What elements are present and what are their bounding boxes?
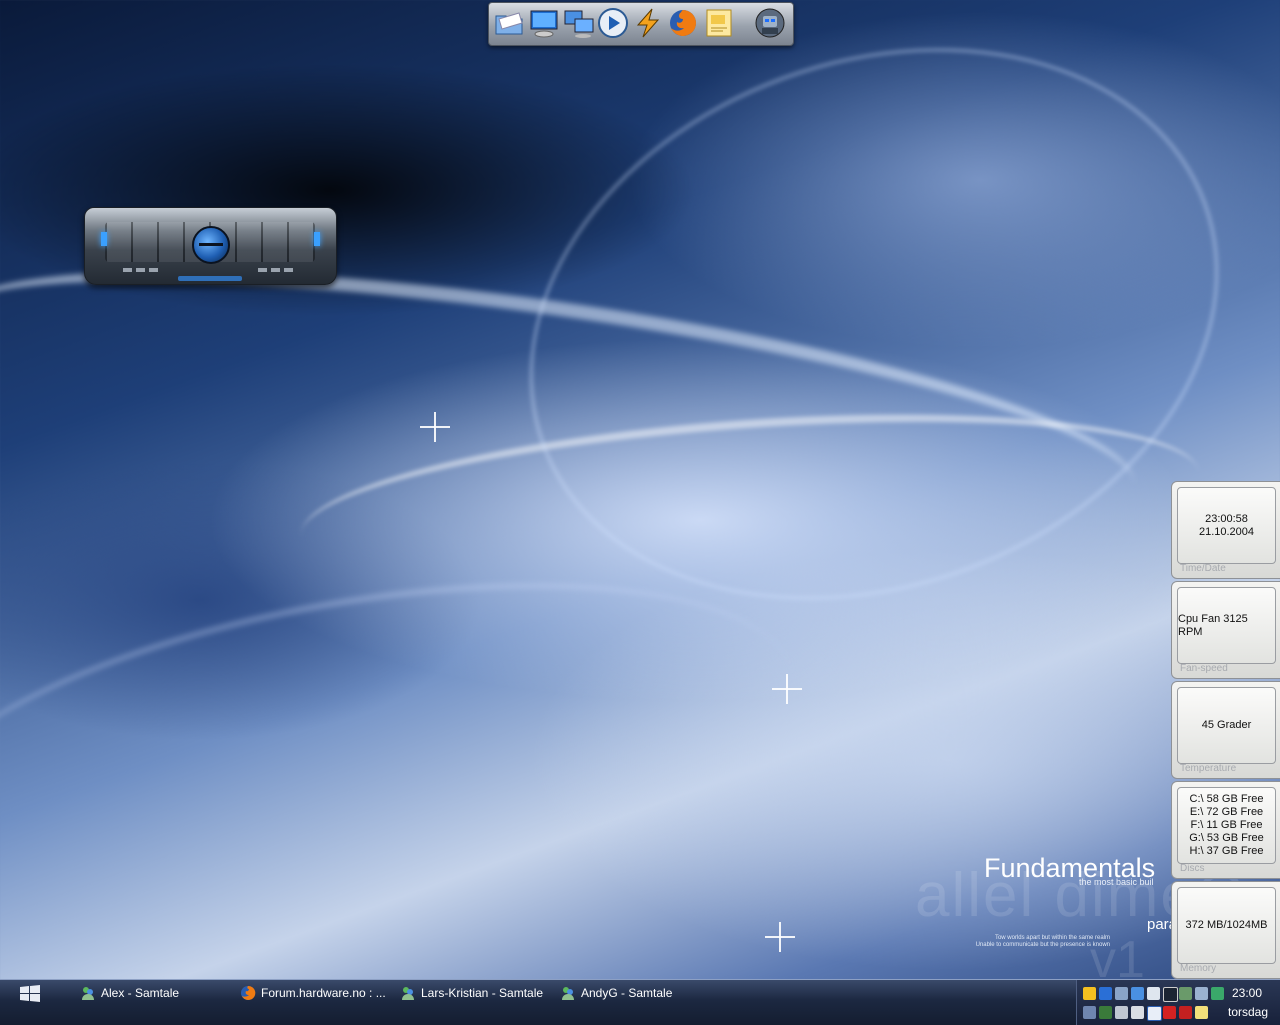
task-label: Forum.hardware.no : ... [261,986,386,1000]
player-led [314,232,320,246]
task-label: Lars-Kristian - Samtale [421,986,544,1000]
memory-value: 372 MB/1024MB [1185,919,1268,931]
sparkle-decoration [420,412,450,442]
temperature-value: 45 Grader [1201,719,1252,731]
disc-free-value: H:\ 37 GB Free [1189,845,1264,857]
fan-speed-panel: Cpu Fan 3125 RPM Fan-speed [1171,581,1280,679]
antivirus-tray-icon[interactable] [1163,1006,1176,1019]
wallpaper-caption-line: Unable to communicate but the presence i… [975,942,1110,948]
msn-icon [562,987,574,1000]
temperature-panel: 45 Grader Temperature [1171,681,1280,779]
player-base [178,276,242,281]
quick-launch-dock [488,2,794,46]
users-tray-icon[interactable] [1179,987,1192,1000]
memory-label: Memory [1180,963,1217,974]
network-tray-icon[interactable] [1115,987,1128,1000]
player-button[interactable] [123,268,132,272]
lightning-tray-icon[interactable] [1083,987,1096,1000]
taskbar: Alex - Samtale Forum.hardware.no : ... L… [0,979,1280,1025]
disc-free-value: C:\ 58 GB Free [1189,793,1264,805]
start-windows-icon[interactable] [16,984,44,1004]
firefox-icon[interactable] [667,7,699,39]
discs-panel: C:\ 58 GB Free E:\ 72 GB Free F:\ 11 GB … [1171,781,1280,879]
time-date-panel: 23:00:58 21.10.2004 Time/Date [1171,481,1280,579]
sparkle-decoration [772,674,802,704]
connection-tray-icon[interactable] [1147,987,1160,1000]
task-label: Alex - Samtale [101,986,180,1000]
player-button[interactable] [149,268,158,272]
taskbar-button-forum[interactable]: Forum.hardware.no : ... [240,982,386,1004]
app-tray-icon[interactable] [1099,987,1112,1000]
tools-tray-icon[interactable] [1195,987,1208,1000]
wallpaper-streak [451,0,1280,694]
media-player-icon[interactable] [597,7,629,39]
disc-free-value: E:\ 72 GB Free [1189,806,1264,818]
player-button[interactable] [258,268,267,272]
display-tray-icon[interactable] [1131,987,1144,1000]
monitor-icon[interactable] [528,7,560,39]
temperature-label: Temperature [1180,763,1237,774]
folder-icon[interactable] [493,7,525,39]
date-value: 21.10.2004 [1198,525,1255,538]
taskbar-clock[interactable]: 23:00 [1232,986,1262,1000]
alert-tray-icon[interactable] [1179,1006,1192,1019]
player-button[interactable] [271,268,280,272]
drive-tray-icon[interactable] [1131,1006,1144,1019]
player-button[interactable] [136,268,145,272]
time-date-label: Time/Date [1180,563,1226,574]
firefox-icon [241,985,256,1000]
wallpaper-caption-line: Tow worlds apart but within the same rea… [994,935,1110,941]
messenger-tray-icon[interactable] [1195,1006,1208,1019]
msn-icon [402,987,414,1000]
notes-icon[interactable] [703,7,735,39]
security-tray-icon[interactable] [1099,1006,1112,1019]
sparkle-decoration [765,922,795,952]
audio-tray-icon[interactable] [1083,1006,1096,1019]
wallpaper-subtitle: the most basic buil [1079,877,1154,887]
wallpaper-streak [0,524,820,982]
network-icon[interactable] [563,7,595,39]
robot-icon[interactable] [754,7,786,39]
task-label: AndyG - Samtale [581,986,673,1000]
taskbar-day[interactable]: torsdag [1228,1005,1268,1019]
fan-speed-label: Fan-speed [1180,663,1228,674]
steam-tray-icon[interactable] [1163,987,1178,1002]
taskbar-button-alex[interactable]: Alex - Samtale [80,982,179,1004]
time-value: 23:00:58 [1205,512,1248,525]
disc-free-value: F:\ 11 GB Free [1190,819,1263,831]
memory-panel: 372 MB/1024MB Memory [1171,881,1280,979]
discs-label: Discs [1180,863,1205,874]
msn-icon [82,987,94,1000]
msn-tray-icon[interactable] [1211,987,1224,1000]
player-button[interactable] [284,268,293,272]
taskbar-button-lars-kristian[interactable]: Lars-Kristian - Samtale [400,982,543,1004]
fan-speed-value: Cpu Fan 3125 RPM [1178,612,1248,638]
disc-tray-icon[interactable] [1115,1006,1128,1019]
window-tray-icon[interactable] [1147,1006,1162,1021]
player-play-knob[interactable] [192,226,230,264]
media-player-widget[interactable] [84,207,337,285]
player-led [101,232,107,246]
winamp-icon[interactable] [632,7,664,39]
disc-free-value: G:\ 53 GB Free [1189,832,1264,844]
taskbar-button-andyg[interactable]: AndyG - Samtale [560,982,672,1004]
